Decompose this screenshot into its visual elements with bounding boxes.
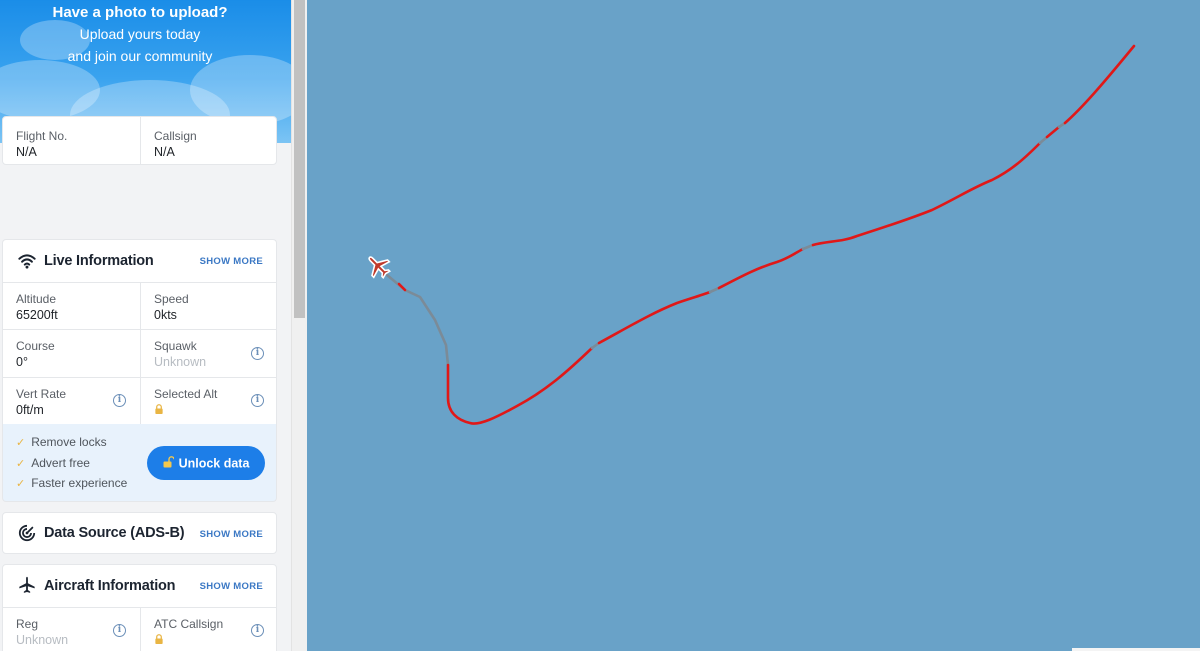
unlock-data-button[interactable]: Unlock data — [147, 446, 265, 480]
flight-sidebar: Have a photo to upload? Upload yours tod… — [0, 0, 291, 651]
lock-icon — [155, 404, 163, 414]
banner-title: Have a photo to upload? — [52, 4, 228, 21]
course-value: 0° — [16, 355, 28, 369]
lock-icon — [155, 634, 163, 644]
info-icon[interactable]: i — [251, 624, 264, 637]
track-segment-red — [597, 290, 712, 345]
track-segment-gray — [379, 268, 450, 367]
unlock-icon — [163, 455, 174, 468]
info-icon[interactable]: i — [113, 624, 126, 637]
banner-subtitle: and join our community — [67, 48, 213, 64]
map-view[interactable] — [307, 0, 1200, 651]
track-segment-red — [1063, 44, 1136, 125]
speed-cell: Speed 0kts — [141, 291, 277, 323]
perk-item: ✓ Remove locks — [16, 435, 107, 449]
altitude-cell: Altitude 65200ft — [3, 291, 140, 323]
flight-identity-card: Flight No. N/A Callsign N/A — [2, 116, 277, 165]
live-information-show-more[interactable]: SHOW MORE — [200, 256, 263, 267]
course-cell: Course 0° — [3, 338, 140, 370]
live-information-card: Live Information SHOW MORE Altitude 6520… — [2, 239, 277, 426]
airplane-icon — [19, 576, 35, 593]
flight-number-cell: Flight No. N/A — [3, 128, 140, 160]
perk-label: Advert free — [31, 456, 90, 470]
aircraft-information-title: Aircraft Information — [44, 578, 176, 594]
flight-number-label: Flight No. — [16, 129, 68, 143]
aircraft-information-card: Aircraft Information SHOW MORE Reg Unkno… — [2, 564, 277, 651]
data-source-title: Data Source (ADS-B) — [44, 525, 185, 541]
wifi-icon — [18, 254, 36, 269]
track-segment-gray — [801, 243, 815, 251]
perk-label: Faster experience — [31, 476, 128, 490]
live-information-header[interactable]: Live Information SHOW MORE — [3, 240, 276, 282]
perk-label: Remove locks — [31, 435, 107, 449]
data-source-card[interactable]: Data Source (ADS-B) SHOW MORE — [2, 512, 277, 554]
unlock-promo: ✓ Remove locks ✓ Advert free ✓ Faster exper… — [2, 424, 277, 502]
altitude-label: Altitude — [16, 292, 57, 306]
perk-item: ✓ Faster experience — [16, 476, 127, 490]
track-segment-gray — [708, 286, 721, 294]
info-icon[interactable]: i — [251, 394, 264, 407]
track-segment-red — [811, 141, 1042, 247]
banner-text: Have a photo to upload? Upload yours tod… — [0, 0, 280, 67]
callsign-label: Callsign — [154, 129, 197, 143]
altitude-value: 65200ft — [16, 308, 58, 322]
speed-label: Speed — [154, 292, 189, 306]
check-icon: ✓ — [16, 458, 26, 470]
info-icon[interactable]: i — [251, 347, 264, 360]
aircraft-information-show-more[interactable]: SHOW MORE — [200, 581, 263, 592]
live-information-title: Live Information — [44, 253, 154, 269]
divider — [140, 282, 141, 426]
banner-subtitle: Upload yours today — [79, 26, 201, 42]
callsign-cell: Callsign N/A — [141, 128, 277, 160]
flight-track — [379, 44, 1136, 425]
flight-number-value: N/A — [16, 145, 37, 159]
track-segment-red — [1045, 125, 1061, 139]
radar-icon — [18, 524, 36, 542]
aircraft-information-header[interactable]: Aircraft Information SHOW MORE — [3, 565, 276, 607]
check-icon: ✓ — [16, 478, 26, 490]
track-segment-gray — [1038, 135, 1049, 145]
info-icon[interactable]: i — [113, 394, 126, 407]
track-segment-red — [717, 247, 805, 290]
check-icon: ✓ — [16, 437, 26, 449]
flight-route — [368, 44, 1136, 425]
course-label: Course — [16, 339, 55, 353]
sidebar-scrollbar[interactable] — [291, 0, 307, 651]
data-source-show-more[interactable]: SHOW MORE — [200, 529, 263, 540]
perk-item: ✓ Advert free — [16, 456, 90, 470]
scrollbar-thumb[interactable] — [294, 0, 305, 318]
callsign-value: N/A — [154, 145, 175, 159]
unlock-data-label: Unlock data — [178, 456, 250, 471]
track-segment-red — [446, 346, 594, 425]
speed-value: 0kts — [154, 308, 177, 322]
